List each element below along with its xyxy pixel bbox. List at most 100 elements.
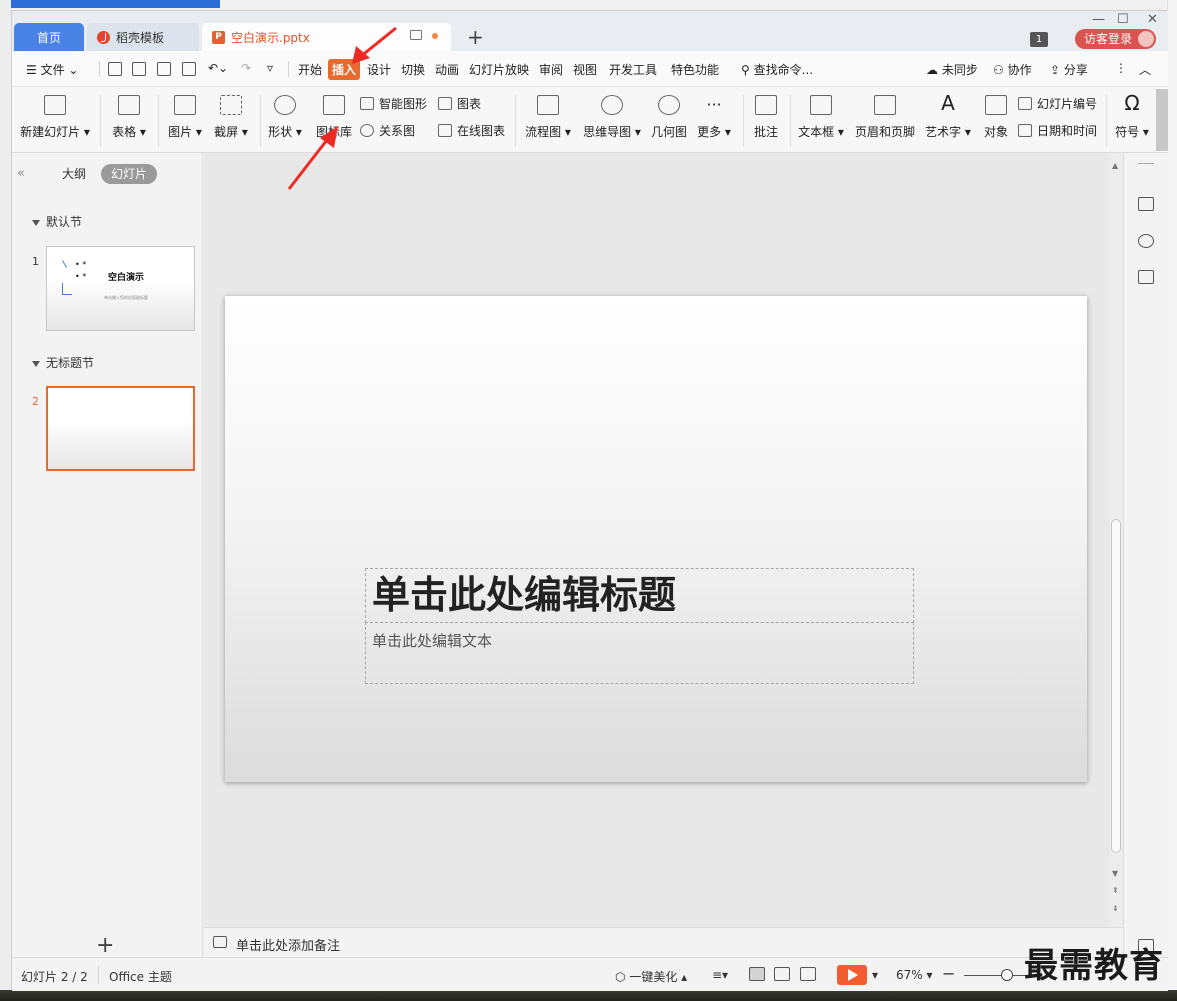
omega-icon: Ω [1124,91,1140,115]
animation-star-icon[interactable] [1138,234,1154,248]
menu-tab-animation[interactable]: 动画 [435,61,459,78]
zoom-level[interactable]: 67% ▾ [896,968,933,982]
zoom-slider-knob[interactable] [1001,969,1013,981]
normal-view-icon[interactable] [749,967,765,981]
collapse-ribbon-icon[interactable]: ︿ [1139,61,1151,78]
relation-chart-button[interactable]: 关系图 [360,120,415,140]
mindmap-button[interactable]: 思维导图 ▾ [579,87,645,153]
share-icon: ⇪ [1050,63,1061,77]
guest-login-button[interactable]: 访客登录 [1075,29,1156,49]
menu-tab-special[interactable]: 特色功能 [671,61,719,78]
tab-document[interactable]: P 空白演示.pptx [202,23,451,51]
ribbon-scrollbar[interactable] [1156,89,1168,151]
menu-tab-design[interactable]: 设计 [367,61,391,78]
new-slide-button[interactable]: 新建幻灯片 ▾ [16,87,94,153]
object-label: 对象 [983,125,1008,139]
mindmap-icon [601,95,623,115]
menu-tab-view[interactable]: 视图 [573,61,597,78]
icon-library-button[interactable]: 图标库 [311,87,357,153]
add-slide-button[interactable]: + [96,933,114,958]
present-mode-icon[interactable] [410,30,422,40]
smart-art-button[interactable]: 智能图形 [360,93,427,113]
command-search[interactable]: ⚲ 查找命令... [741,61,813,78]
wordart-button[interactable]: A 艺术字 ▾ [922,87,974,153]
notes-toggle-icon[interactable]: ≡▾ [712,968,728,982]
flowchart-button[interactable]: 流程图 ▾ [521,87,575,153]
notes-bar[interactable]: 单击此处添加备注 [204,927,1123,957]
symbol-label: 符号 [1115,125,1140,139]
subtitle-placeholder[interactable]: 单击此处编辑文本 [365,622,914,684]
window-count-badge[interactable]: 1 [1030,32,1048,47]
menu-tab-transition[interactable]: 切换 [401,61,425,78]
geometry-label: 几何图 [650,125,687,139]
object-button[interactable]: 对象 [978,87,1014,153]
slide-count: 幻灯片 2 / 2 [21,970,88,984]
customize-toolbar-icon[interactable]: ▿ [267,61,273,75]
tab-home[interactable]: 首页 [14,23,84,51]
file-menu-button[interactable]: ☰ 文件 ⌄ [26,61,78,78]
section-untitled[interactable]: 无标题节 [32,354,94,371]
file-menu-label: 文件 [40,63,65,77]
guest-login-label: 访客登录 [1084,32,1133,46]
slide-sorter-icon[interactable] [774,967,790,981]
menu-tab-review[interactable]: 审阅 [539,61,563,78]
collab-button[interactable]: ⚇ 协作 [993,61,1032,78]
new-tab-button[interactable]: + [467,25,484,49]
print-icon[interactable] [157,62,171,76]
play-options-icon[interactable]: ▾ [872,968,878,982]
title-placeholder[interactable]: 单击此处编辑标题 [365,568,914,623]
menu-tab-start[interactable]: 开始 [298,61,322,78]
save-icon[interactable] [108,62,122,76]
maximize-icon[interactable]: ☐ [1117,12,1129,27]
print-preview-icon[interactable] [182,62,196,76]
reading-view-icon[interactable] [800,967,816,981]
desktop-taskbar [0,990,1177,1001]
settings-sliders-icon[interactable] [1138,197,1154,211]
slide-number-button[interactable]: 幻灯片编号 [1018,93,1097,113]
share-button[interactable]: ⇪ 分享 [1050,61,1088,78]
more-options-icon[interactable]: ⋮ [1115,61,1127,75]
tab-slides[interactable]: 幻灯片 [101,164,158,184]
screenshot-label: 截屏 [214,125,239,139]
share-label: 分享 [1063,63,1088,77]
tab-template[interactable]: 稻壳模板 [87,23,199,51]
redo-icon[interactable]: ↷ [241,61,251,75]
undo-icon[interactable]: ↶⌄ [208,61,228,75]
sync-button[interactable]: ☁ 未同步 [926,61,978,78]
chart-button[interactable]: 图表 [438,93,481,113]
picture-button[interactable]: 图片 ▾ [162,87,208,153]
canvas-scrollbar[interactable]: ▲ ▼ ⇞ ⇟ [1109,153,1123,927]
comment-button[interactable]: 批注 [748,87,784,153]
datetime-button[interactable]: 日期和时间 [1018,120,1097,140]
zoom-out-icon[interactable]: − [942,964,955,983]
geometry-button[interactable]: 几何图 [648,87,690,153]
menu-tab-insert[interactable]: 插入 [328,59,361,80]
slide-thumbnail-2[interactable] [46,386,195,471]
table-button[interactable]: 表格 ▾ [106,87,152,153]
flowchart-label: 流程图 [525,125,562,139]
transition-icon[interactable] [1138,270,1154,284]
tab-outline[interactable]: 大纲 [62,164,86,184]
close-icon[interactable]: ✕ [1147,12,1158,27]
minimize-icon[interactable]: — [1092,12,1105,27]
textbox-button[interactable]: 文本框 ▾ [795,87,847,153]
scrollbar-thumb[interactable] [1111,519,1121,853]
format-painter-icon[interactable] [132,62,146,76]
section-default[interactable]: 默认节 [32,213,82,230]
slide-2[interactable]: 单击此处编辑标题 单击此处编辑文本 [225,296,1087,782]
symbol-button[interactable]: Ω 符号 ▾ [1110,87,1154,153]
menu-tab-developer[interactable]: 开发工具 [609,61,657,78]
collapse-panel-icon[interactable]: « [17,166,25,181]
section-untitled-label: 无标题节 [46,356,95,370]
shape-button[interactable]: 形状 ▾ [263,87,307,153]
theme-name[interactable]: Office 主题 [109,968,172,985]
play-slideshow-button[interactable] [837,965,867,985]
screenshot-button[interactable]: 截屏 ▾ [208,87,254,153]
slide-thumbnail-1[interactable]: • * • * 空白演示 单击输入您的封面副标题 [46,246,195,331]
tab-home-label: 首页 [36,30,61,45]
online-chart-button[interactable]: 在线图表 [438,120,505,140]
more-button[interactable]: ··· 更多 ▾ [693,87,735,153]
menu-tab-slideshow[interactable]: 幻灯片放映 [469,61,529,78]
beautify-button[interactable]: ⬡ 一键美化 ▴ [615,968,687,985]
header-footer-button[interactable]: 页眉和页脚 [852,87,918,153]
